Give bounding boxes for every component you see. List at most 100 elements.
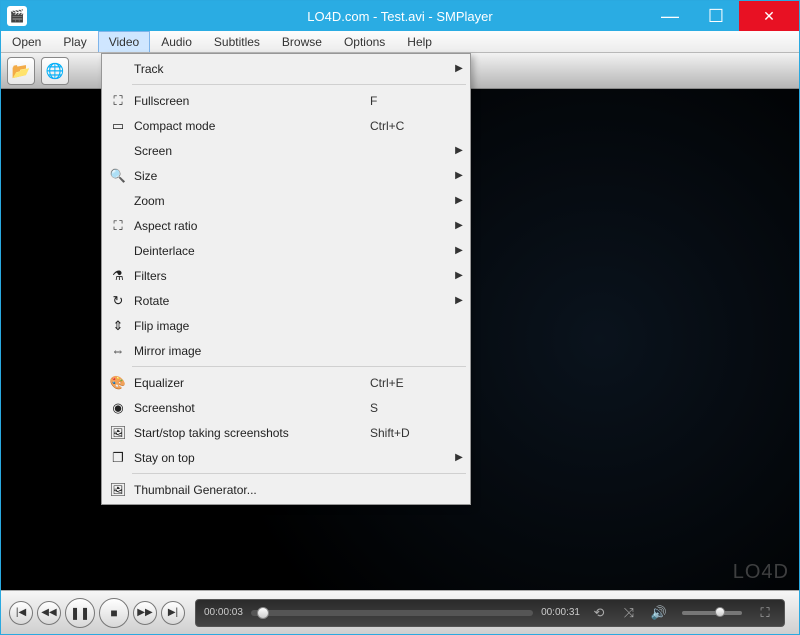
compact-mode-icon: ▭ [108, 118, 128, 134]
menuitem-label: Flip image [134, 319, 370, 333]
menu-video[interactable]: Video [98, 31, 150, 52]
menuitem-fullscreen[interactable]: ⛶ FullscreenF [104, 88, 468, 113]
rotate-icon: ↻ [108, 293, 128, 309]
seek-area: 00:00:03 00:00:31 ⟲ ⤨ 🔊 ⛶ [195, 599, 785, 627]
menuitem-label: Deinterlace [134, 244, 370, 258]
thumbnail-generator-icon: 🖼 [108, 482, 128, 498]
mirror-image-icon: ⇔ [108, 343, 128, 358]
menu-help[interactable]: Help [396, 31, 443, 52]
menuitem-stay-on-top[interactable]: ❐ Stay on top ▶ [104, 445, 468, 470]
menu-open[interactable]: Open [1, 31, 52, 52]
menuitem-size[interactable]: 🔍 Size ▶ [104, 163, 468, 188]
watermark: LO4D [733, 561, 789, 584]
menuitem-filters[interactable]: ⚗ Filters ▶ [104, 263, 468, 288]
forward-button[interactable]: ▶▶ [133, 601, 157, 625]
menu-subtitles[interactable]: Subtitles [203, 31, 271, 52]
menuitem-label: Rotate [134, 294, 370, 308]
menuitem-screen[interactable]: Screen ▶ [104, 138, 468, 163]
menu-play[interactable]: Play [52, 31, 97, 52]
titlebar: 🎬 LO4D.com - Test.avi - SMPlayer — ☐ ✕ [1, 1, 799, 31]
menuitem-track[interactable]: Track ▶ [104, 56, 468, 81]
close-button[interactable]: ✕ [739, 1, 799, 31]
menuitem-zoom[interactable]: Zoom ▶ [104, 188, 468, 213]
fullscreen-button[interactable]: ⛶ [754, 602, 776, 624]
flip-image-icon: ⇕ [108, 318, 128, 334]
minimize-button[interactable]: — [647, 1, 693, 31]
menu-separator [132, 473, 466, 474]
menuitem-label: Stay on top [134, 451, 370, 465]
time-current: 00:00:03 [204, 607, 243, 618]
menuitem-accelerator: Shift+D [370, 426, 450, 440]
pause-button[interactable]: ❚❚ [65, 598, 95, 628]
video-menu-dropdown: Track▶⛶FullscreenF▭Compact modeCtrl+CScr… [101, 53, 471, 505]
menuitem-label: Screen [134, 144, 370, 158]
seek-knob[interactable] [257, 607, 269, 619]
submenu-arrow-icon: ▶ [450, 195, 468, 206]
window-buttons: — ☐ ✕ [647, 1, 799, 31]
menuitem-screenshot[interactable]: ◉ScreenshotS [104, 395, 468, 420]
stop-button[interactable]: ■ [99, 598, 129, 628]
prev-button[interactable]: |◀ [9, 601, 33, 625]
shuffle-button[interactable]: ⤨ [618, 602, 640, 624]
menuitem-label: Fullscreen [134, 94, 370, 108]
menubar: OpenPlayVideoAudioSubtitlesBrowseOptions… [1, 31, 799, 53]
time-total: 00:00:31 [541, 607, 580, 618]
size-icon: 🔍 [108, 168, 128, 184]
menuitem-label: Mirror image [134, 344, 370, 358]
menuitem-mirror-image[interactable]: ⇔ Mirror image [104, 338, 468, 363]
start-stop-taking-screenshots-icon: 🖼 [108, 425, 128, 441]
menuitem-deinterlace[interactable]: Deinterlace ▶ [104, 238, 468, 263]
fullscreen-icon: ⛶ [108, 93, 128, 109]
menuitem-label: Aspect ratio [134, 219, 370, 233]
menuitem-label: Track [134, 62, 370, 76]
volume-knob[interactable] [715, 607, 725, 617]
submenu-arrow-icon: ▶ [450, 270, 468, 281]
open-url-button[interactable]: 🌐 [41, 57, 69, 85]
menuitem-start-stop-taking-screenshots[interactable]: 🖼 Start/stop taking screenshotsShift+D [104, 420, 468, 445]
menuitem-accelerator: F [370, 94, 450, 108]
menu-separator [132, 84, 466, 85]
submenu-arrow-icon: ▶ [450, 63, 468, 74]
repeat-button[interactable]: ⟲ [588, 602, 610, 624]
menu-separator [132, 366, 466, 367]
aspect-ratio-icon: ⛶ [108, 218, 128, 234]
menuitem-accelerator: Ctrl+E [370, 376, 450, 390]
menuitem-rotate[interactable]: ↻ Rotate ▶ [104, 288, 468, 313]
menuitem-label: Size [134, 169, 370, 183]
menu-browse[interactable]: Browse [271, 31, 333, 52]
menuitem-label: Thumbnail Generator... [134, 483, 370, 497]
menuitem-thumbnail-generator[interactable]: 🖼 Thumbnail Generator... [104, 477, 468, 502]
submenu-arrow-icon: ▶ [450, 220, 468, 231]
menu-audio[interactable]: Audio [150, 31, 203, 52]
open-file-button[interactable]: 📂 [7, 57, 35, 85]
submenu-arrow-icon: ▶ [450, 295, 468, 306]
submenu-arrow-icon: ▶ [450, 452, 468, 463]
menuitem-compact-mode[interactable]: ▭ Compact modeCtrl+C [104, 113, 468, 138]
equalizer-icon: 🎨 [108, 375, 128, 391]
screenshot-icon: ◉ [108, 400, 128, 416]
menuitem-label: Equalizer [134, 376, 370, 390]
submenu-arrow-icon: ▶ [450, 170, 468, 181]
submenu-arrow-icon: ▶ [450, 245, 468, 256]
mute-button[interactable]: 🔊 [648, 602, 670, 624]
menuitem-label: Filters [134, 269, 370, 283]
volume-slider[interactable] [682, 611, 742, 615]
menuitem-aspect-ratio[interactable]: ⛶ Aspect ratio ▶ [104, 213, 468, 238]
menuitem-flip-image[interactable]: ⇕ Flip image [104, 313, 468, 338]
menuitem-accelerator: Ctrl+C [370, 119, 450, 133]
submenu-arrow-icon: ▶ [450, 145, 468, 156]
menuitem-label: Start/stop taking screenshots [134, 426, 370, 440]
app-icon: 🎬 [7, 6, 27, 26]
seek-slider[interactable] [251, 610, 533, 616]
rewind-button[interactable]: ◀◀ [37, 601, 61, 625]
menuitem-label: Compact mode [134, 119, 370, 133]
menuitem-equalizer[interactable]: 🎨 EqualizerCtrl+E [104, 370, 468, 395]
maximize-button[interactable]: ☐ [693, 1, 739, 31]
menuitem-label: Zoom [134, 194, 370, 208]
controls-bar: |◀ ◀◀ ❚❚ ■ ▶▶ ▶| 00:00:03 00:00:31 ⟲ ⤨ 🔊… [1, 590, 799, 634]
menu-options[interactable]: Options [333, 31, 396, 52]
next-button[interactable]: ▶| [161, 601, 185, 625]
filters-icon: ⚗ [108, 268, 128, 284]
menuitem-label: Screenshot [134, 401, 370, 415]
stay-on-top-icon: ❐ [108, 450, 128, 466]
